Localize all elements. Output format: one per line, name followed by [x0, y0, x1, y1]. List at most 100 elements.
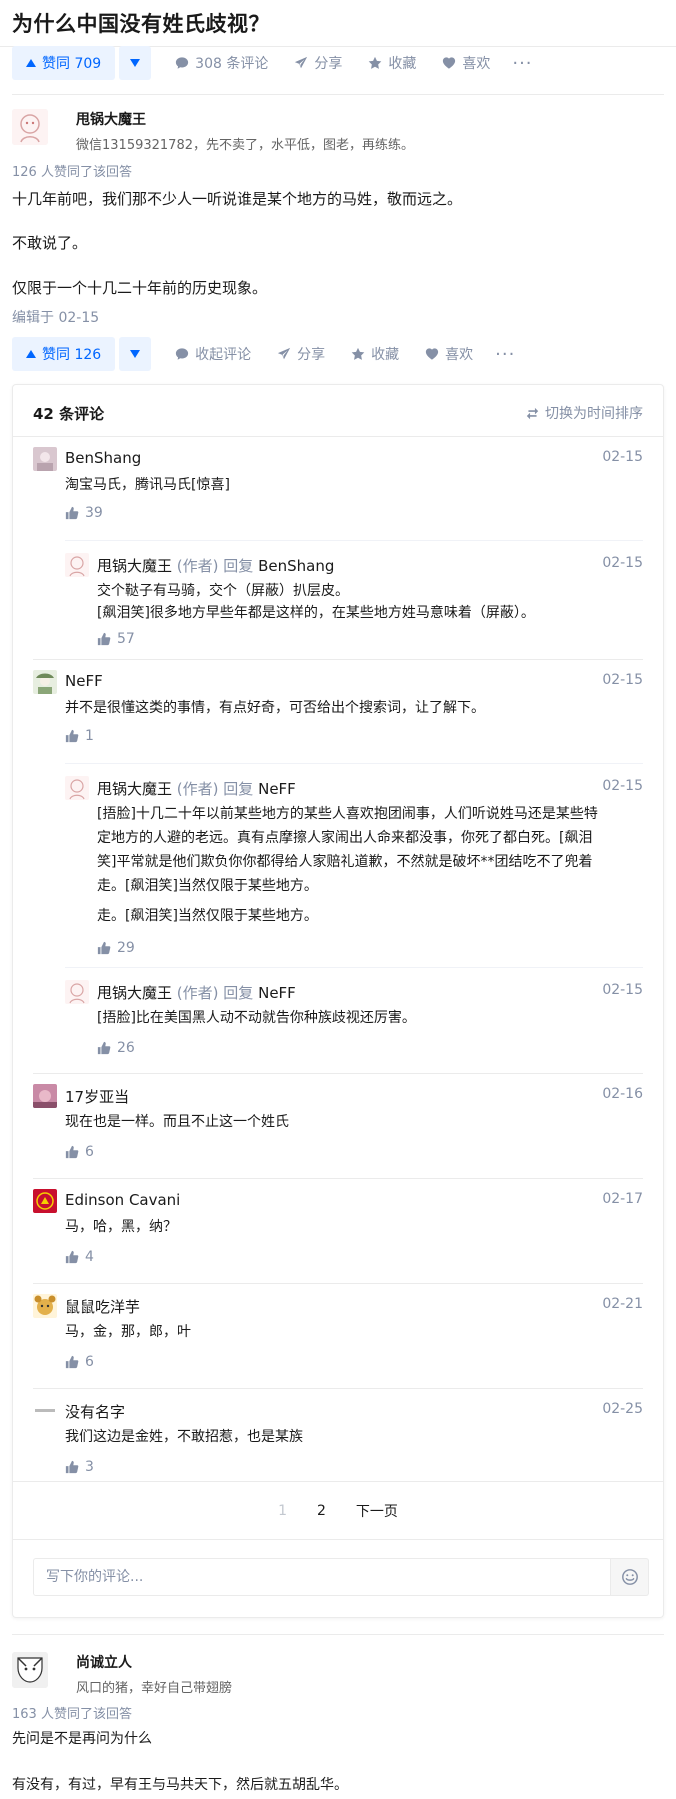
- commenter-name[interactable]: NeFF: [65, 672, 103, 690]
- question-title[interactable]: 为什么中国没有姓氏歧视？: [12, 8, 270, 38]
- author-avatar[interactable]: [12, 109, 48, 145]
- divider: [12, 1634, 664, 1635]
- comments-button[interactable]: 308 条评论: [175, 53, 268, 73]
- answer-paragraph: 先问是不是再问为什么: [12, 1731, 152, 1747]
- thumbs-up-icon: [65, 1250, 79, 1264]
- star-icon: [351, 347, 365, 360]
- comment-like-button[interactable]: 6: [65, 1144, 94, 1160]
- comment-item: 17岁亚当 02-16 现在也是一样。而且不止这一个姓氏 6: [33, 1074, 643, 1178]
- comment-date: 02-17: [602, 1191, 643, 1207]
- commenter-name[interactable]: 鼠鼠吃洋芋: [65, 1298, 140, 1316]
- favorite-button[interactable]: 收藏: [351, 344, 399, 364]
- commenter-avatar[interactable]: [33, 447, 57, 471]
- author-name[interactable]: 甩锅大魔王: [76, 109, 414, 129]
- like-button[interactable]: 喜欢: [442, 53, 490, 73]
- comment-like-button[interactable]: 3: [65, 1459, 94, 1475]
- comment-body: [捂脸]比在美国黑人动不动就告你种族歧视还厉害。: [97, 1010, 416, 1026]
- answer-paragraph: 有没有，有过，早有王与马共天下，然后就五胡乱华。: [12, 1777, 348, 1793]
- comments-pagination: 1 2 下一页: [13, 1481, 663, 1539]
- commenter-name[interactable]: 17岁亚当: [65, 1088, 129, 1106]
- comment-like-button[interactable]: 57: [97, 631, 135, 647]
- answer-paragraph: 仅限于一个十几二十年前的历史现象。: [12, 279, 268, 297]
- reply-target[interactable]: NeFF: [258, 984, 296, 1002]
- commenter-name[interactable]: 没有名字: [65, 1403, 125, 1421]
- comment-item: 鼠鼠吃洋芋 02-21 马，金，那，郎，叶 6: [33, 1284, 643, 1388]
- more-button[interactable]: ···: [512, 53, 532, 74]
- comment-date: 02-15: [602, 555, 643, 571]
- thumbs-up-icon: [97, 941, 111, 955]
- author-name[interactable]: 尚诚立人: [76, 1652, 232, 1672]
- like-count: 57: [117, 631, 135, 647]
- commenter-avatar[interactable]: [33, 670, 57, 694]
- commenter-name[interactable]: Edinson Cavani: [65, 1191, 180, 1209]
- commenter-name[interactable]: 甩锅大魔王: [97, 984, 172, 1002]
- reply-target[interactable]: BenShang: [258, 557, 334, 575]
- comment-like-button[interactable]: 4: [65, 1249, 94, 1265]
- commenter-avatar[interactable]: [33, 1084, 57, 1108]
- commenter-avatar[interactable]: [33, 1399, 57, 1423]
- commenter-name[interactable]: 甩锅大魔王: [97, 557, 172, 575]
- comment-like-button[interactable]: 1: [65, 728, 94, 744]
- upvote-button[interactable]: 赞同 126: [12, 337, 116, 371]
- share-button[interactable]: 分享: [294, 53, 342, 73]
- commenter-avatar[interactable]: [33, 1294, 57, 1318]
- downvote-button[interactable]: [119, 46, 152, 80]
- collapse-comments-button[interactable]: 收起评论: [175, 344, 251, 364]
- comments-header: 42 条评论 切换为时间排序: [13, 385, 663, 437]
- page-2-button[interactable]: 2: [317, 1503, 326, 1519]
- comment-like-button[interactable]: 26: [97, 1040, 135, 1056]
- comment-like-button[interactable]: 6: [65, 1354, 94, 1370]
- commenter-avatar[interactable]: [65, 980, 89, 1004]
- answer-paragraph: 不敢说了。: [12, 234, 88, 252]
- downvote-button[interactable]: [119, 337, 152, 371]
- author-bio: 微信13159321782，先不卖了，水平低，图老，再练练。: [76, 138, 414, 153]
- reply-target[interactable]: NeFF: [258, 780, 296, 798]
- upvote-label: 赞同 709: [42, 56, 102, 72]
- comment-item: Edinson Cavani 02-17 马，哈，黑，纳？ 4: [33, 1179, 643, 1283]
- commenter-avatar[interactable]: [33, 1189, 57, 1213]
- favorite-label: 收藏: [388, 56, 417, 72]
- favorite-button[interactable]: 收藏: [368, 53, 416, 73]
- commenter-name[interactable]: 甩锅大魔王: [97, 780, 172, 798]
- emoji-button[interactable]: [611, 1558, 649, 1596]
- comment-date: 02-16: [602, 1086, 643, 1102]
- commenter-avatar[interactable]: [65, 776, 89, 800]
- like-count: 29: [117, 940, 135, 956]
- like-count: 3: [85, 1459, 94, 1475]
- triangle-up-icon: [26, 59, 36, 67]
- smiley-icon: [621, 1569, 638, 1585]
- comment-body: 交个鞑子有马骑，交个（屏蔽）扒层皮。: [97, 583, 349, 599]
- edited-time[interactable]: 编辑于 02-15: [12, 307, 99, 327]
- author-avatar[interactable]: [12, 1652, 48, 1688]
- thumbs-up-icon: [97, 1041, 111, 1055]
- comment-like-button[interactable]: 29: [97, 940, 135, 956]
- comment-like-button[interactable]: 39: [65, 505, 103, 521]
- more-button[interactable]: ···: [495, 344, 515, 365]
- share-button[interactable]: 分享: [277, 344, 325, 364]
- like-button[interactable]: 喜欢: [425, 344, 473, 364]
- thumbs-up-icon: [97, 632, 111, 646]
- vote-count[interactable]: 163 人赞同了该回答: [12, 1703, 132, 1722]
- comment-input[interactable]: 写下你的评论...: [33, 1558, 611, 1596]
- like-count: 6: [85, 1144, 94, 1160]
- share-label: 分享: [314, 56, 343, 72]
- comment-input-row: 写下你的评论...: [13, 1539, 663, 1617]
- upvote-button[interactable]: 赞同 709: [12, 46, 116, 80]
- comment-body: 走。[飙泪笑]当然仅限于某些地方。: [97, 878, 318, 894]
- next-page-button[interactable]: 下一页: [356, 1501, 398, 1521]
- comment-date: 02-15: [602, 982, 643, 998]
- reply-word: 回复: [223, 984, 254, 1002]
- vote-count[interactable]: 126 人赞同了该回答: [12, 161, 132, 180]
- triangle-up-icon: [26, 350, 36, 358]
- heart-icon: [443, 57, 456, 69]
- comment-icon: [176, 348, 189, 360]
- upvote-label: 赞同 126: [42, 347, 102, 363]
- sort-toggle-button[interactable]: 切换为时间排序: [526, 403, 643, 423]
- commenter-avatar[interactable]: [65, 553, 89, 577]
- comment-item: BenShang 02-15 淘宝马氏，腾讯马氏[惊喜] 39: [33, 437, 643, 541]
- answer-paragraph: 十几年前吧，我们那不少人一听说谁是某个地方的马姓，敬而远之。: [12, 190, 463, 208]
- divider: [12, 94, 664, 95]
- comment-body: 并不是很懂这类的事情，有点好奇，可否给出个搜索词，让了解下。: [65, 700, 485, 716]
- commenter-name[interactable]: BenShang: [65, 449, 141, 467]
- question-action-bar: 赞同 709 308 条评论 分享 收藏 喜欢 ···: [12, 46, 533, 80]
